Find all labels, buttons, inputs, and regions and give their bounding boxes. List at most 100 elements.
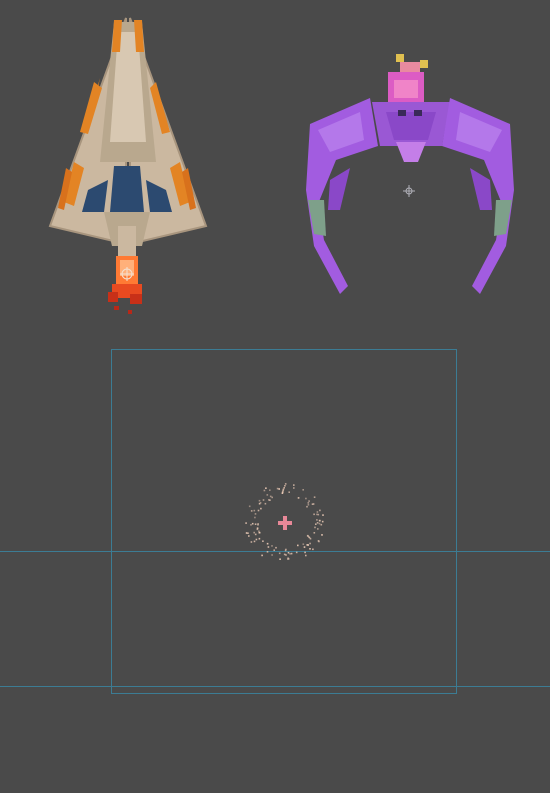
particle-dot (302, 543, 305, 545)
particle-dot (305, 497, 307, 500)
particle-dot (260, 507, 262, 510)
guide-line-lower (0, 686, 550, 687)
particle-dot (253, 540, 256, 543)
particle-dot (245, 532, 248, 534)
particle-dot (263, 489, 266, 492)
particle-dot (250, 524, 252, 526)
particle-dot (273, 549, 275, 551)
enemy-crab-ship-sprite[interactable] (300, 50, 520, 300)
emitter-pivot-icon[interactable] (276, 514, 294, 532)
particle-dot (295, 551, 298, 554)
particle-dot (315, 523, 317, 525)
particle-dot (288, 491, 290, 493)
particle-dot (262, 499, 265, 501)
particle-dot (268, 499, 270, 501)
particle-dot (307, 504, 310, 506)
particle-dot (293, 487, 295, 489)
particle-dot (253, 531, 255, 534)
particle-dot (316, 511, 319, 513)
particle-dot (262, 540, 264, 542)
particle-dot (257, 524, 259, 526)
particle-dot (269, 489, 271, 491)
particle-dot (267, 546, 270, 548)
particle-dot (319, 519, 321, 522)
enemy-pivot-icon (403, 185, 415, 197)
particle-dot (319, 509, 321, 512)
particle-dot (253, 509, 256, 512)
particle-dot (290, 552, 293, 555)
particle-dot (248, 505, 251, 508)
particle-dot (258, 537, 261, 540)
particle-dot (307, 502, 310, 504)
particle-dot (289, 553, 291, 555)
particle-dot (265, 487, 267, 489)
particle-dot (303, 546, 306, 548)
particle-dot (309, 548, 311, 550)
particle-dot (278, 488, 280, 490)
game-scene-viewport (0, 0, 550, 793)
particle-dot (275, 546, 277, 549)
particle-dot (309, 542, 311, 545)
particle-dot (278, 552, 281, 555)
particle-dot (250, 541, 253, 543)
particle-dot (313, 496, 316, 498)
particle-dot (284, 549, 287, 552)
particle-dot (316, 522, 319, 524)
particle-dot (266, 551, 269, 553)
particle-dot (297, 497, 300, 499)
particle-dot (276, 487, 279, 490)
particle-dot (309, 537, 312, 540)
particle-dot (258, 530, 260, 532)
particle-dot (254, 523, 257, 525)
particle-dot (261, 554, 263, 557)
particle-dot (287, 551, 290, 554)
particle-dot (264, 502, 267, 505)
particle-dot (314, 526, 316, 529)
particle-dot (305, 554, 307, 557)
particle-dot (255, 538, 258, 541)
particle-dot (258, 499, 261, 502)
particle-dot (257, 509, 260, 512)
particle-dot (266, 494, 269, 496)
particle-dot (245, 522, 247, 524)
particle-dot (283, 553, 286, 556)
particle-dot (284, 483, 287, 485)
particle-dot (251, 522, 254, 525)
particle-dot (313, 513, 315, 516)
particle-dot (318, 522, 321, 525)
particle-dot (320, 523, 323, 526)
particle-dot (304, 551, 306, 554)
particle-dot (269, 495, 272, 498)
particle-dot (281, 491, 284, 493)
particle-dot (297, 544, 299, 547)
particle-dot (254, 516, 256, 519)
particle-dot (321, 520, 324, 523)
particle-dot (317, 513, 320, 516)
particle-dot (271, 554, 273, 556)
particle-dot (322, 514, 324, 516)
particle-dot (318, 540, 320, 543)
particle-dot (284, 485, 286, 487)
particle-dot (266, 542, 269, 545)
particle-dot (306, 505, 308, 508)
particle-dot (248, 535, 250, 537)
particle-dot (259, 502, 262, 504)
particle-dot (302, 489, 304, 491)
particle-dot (316, 513, 318, 516)
particle-dot (254, 533, 257, 536)
particle-dot (283, 487, 285, 489)
particle-dot (293, 484, 295, 486)
particle-dot (282, 488, 285, 491)
particle-dot (316, 519, 318, 521)
particle-dot (312, 548, 314, 551)
particle-dot (321, 534, 323, 536)
particle-dot (306, 544, 308, 546)
particle-dot (308, 500, 310, 502)
player-ship-sprite[interactable] (44, 12, 214, 322)
particle-dot (256, 528, 259, 531)
particle-dot (247, 532, 249, 534)
particle-dot (313, 532, 316, 534)
particle-dot (271, 545, 273, 547)
particle-dot (258, 531, 261, 534)
particle-dot (250, 510, 253, 512)
